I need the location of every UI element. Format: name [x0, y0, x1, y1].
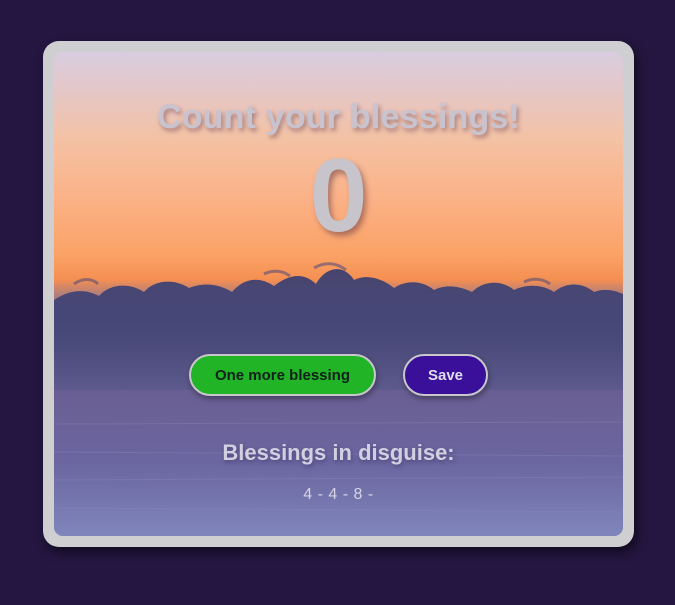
sunset-background: Count your blessings! 0 One more blessin… — [54, 52, 623, 536]
counter-panel: Count your blessings! 0 One more blessin… — [54, 52, 623, 536]
one-more-blessing-button[interactable]: One more blessing — [189, 354, 376, 396]
blessing-count: 0 — [309, 138, 368, 254]
page-title: Count your blessings! — [156, 98, 521, 136]
history-heading: Blessings in disguise: — [222, 440, 455, 465]
saved-counts-list: 4 - 4 - 8 - — [303, 486, 374, 503]
app-frame: Count your blessings! 0 One more blessin… — [43, 41, 634, 547]
save-button[interactable]: Save — [403, 354, 488, 396]
